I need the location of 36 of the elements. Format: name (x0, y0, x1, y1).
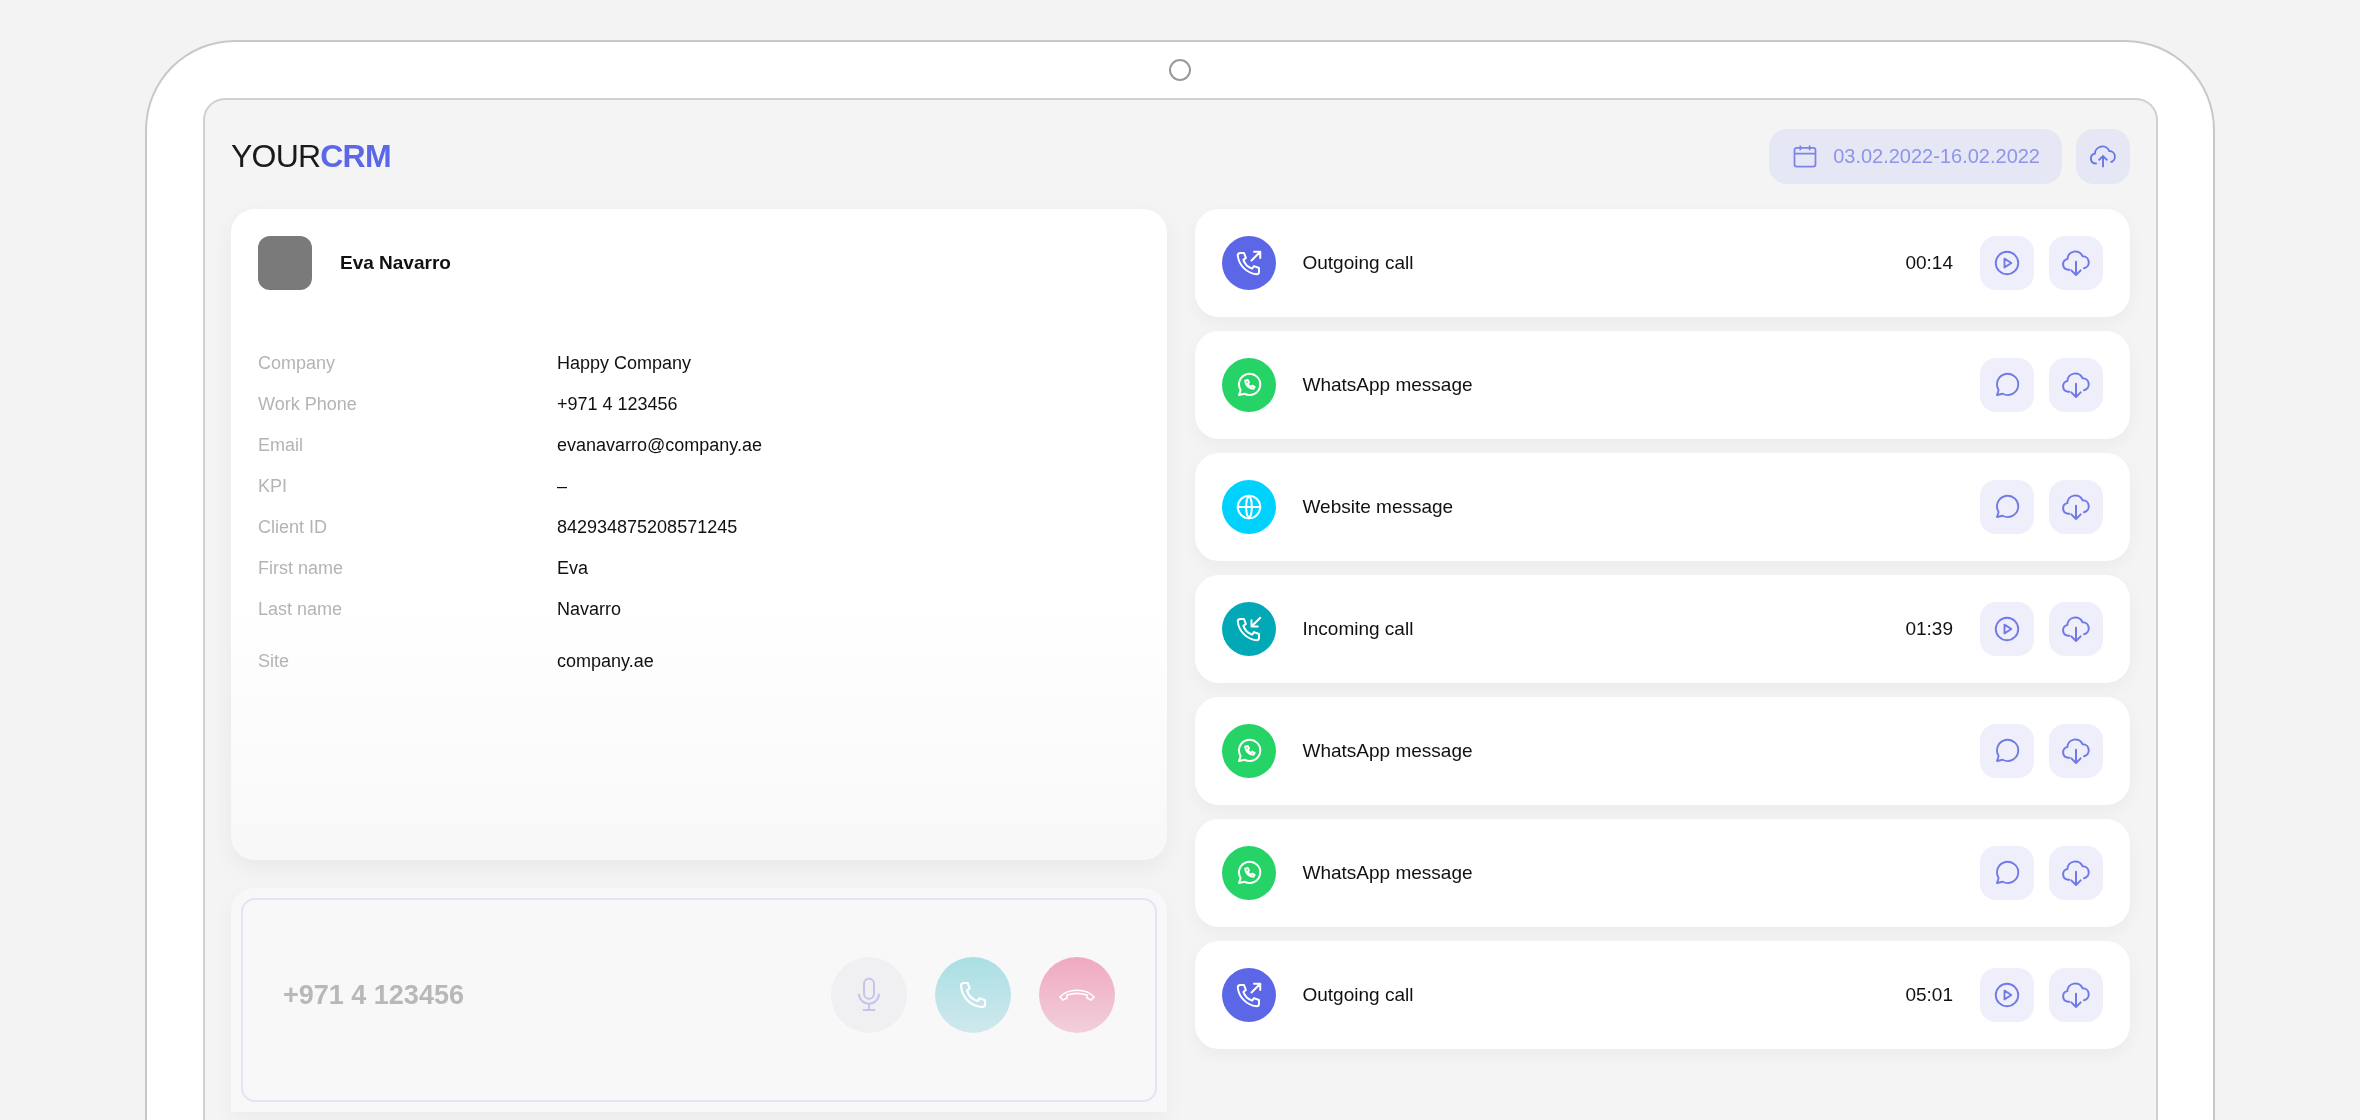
field-value: +971 4 123456 (557, 393, 678, 416)
activity-card[interactable]: Website message (1194, 453, 2130, 561)
phone-number: +971 4 123456 (283, 978, 464, 1012)
duration: 00:14 (1905, 250, 1953, 275)
field-value: Eva (557, 557, 589, 580)
field-value: evanavarro@company.ae (557, 434, 763, 457)
activity-label: Incoming call (1302, 616, 1415, 641)
field-value: 842934875208571245 (557, 516, 738, 539)
field-label: Last name (258, 598, 344, 621)
activity-card[interactable]: WhatsApp message (1194, 697, 2130, 805)
activity-card[interactable]: Incoming call 01:39 (1194, 575, 2130, 683)
field-label: Site (258, 650, 291, 673)
field-value: – (557, 475, 567, 498)
activity-card[interactable]: Outgoing call 05:01 (1194, 941, 2130, 1049)
field-label: Email (258, 434, 304, 457)
activity-label: WhatsApp message (1302, 738, 1474, 763)
field-value: Happy Company (557, 352, 692, 375)
activity-label: Website message (1302, 494, 1455, 519)
contact-name: Eva Navarro (340, 250, 451, 275)
field-value: Navarro (557, 598, 622, 621)
duration: 05:01 (1905, 982, 1953, 1007)
field-value: company.ae (557, 650, 654, 673)
field-label: First name (258, 557, 345, 580)
field-label: Company (258, 352, 337, 375)
activity-card[interactable]: Outgoing call 00:14 (1194, 209, 2130, 317)
activity-label: WhatsApp message (1302, 860, 1474, 885)
activity-label: Outgoing call (1302, 250, 1415, 275)
activity-card[interactable]: WhatsApp message (1194, 819, 2130, 927)
activity-card[interactable]: WhatsApp message (1194, 331, 2130, 439)
field-label: Work Phone (258, 393, 358, 416)
logo: YOURCRM (231, 137, 391, 176)
activity-label: Outgoing call (1302, 982, 1415, 1007)
activity-label: WhatsApp message (1302, 372, 1474, 397)
field-label: Client ID (258, 516, 329, 539)
duration: 01:39 (1905, 616, 1953, 641)
field-label: KPI (258, 475, 288, 498)
